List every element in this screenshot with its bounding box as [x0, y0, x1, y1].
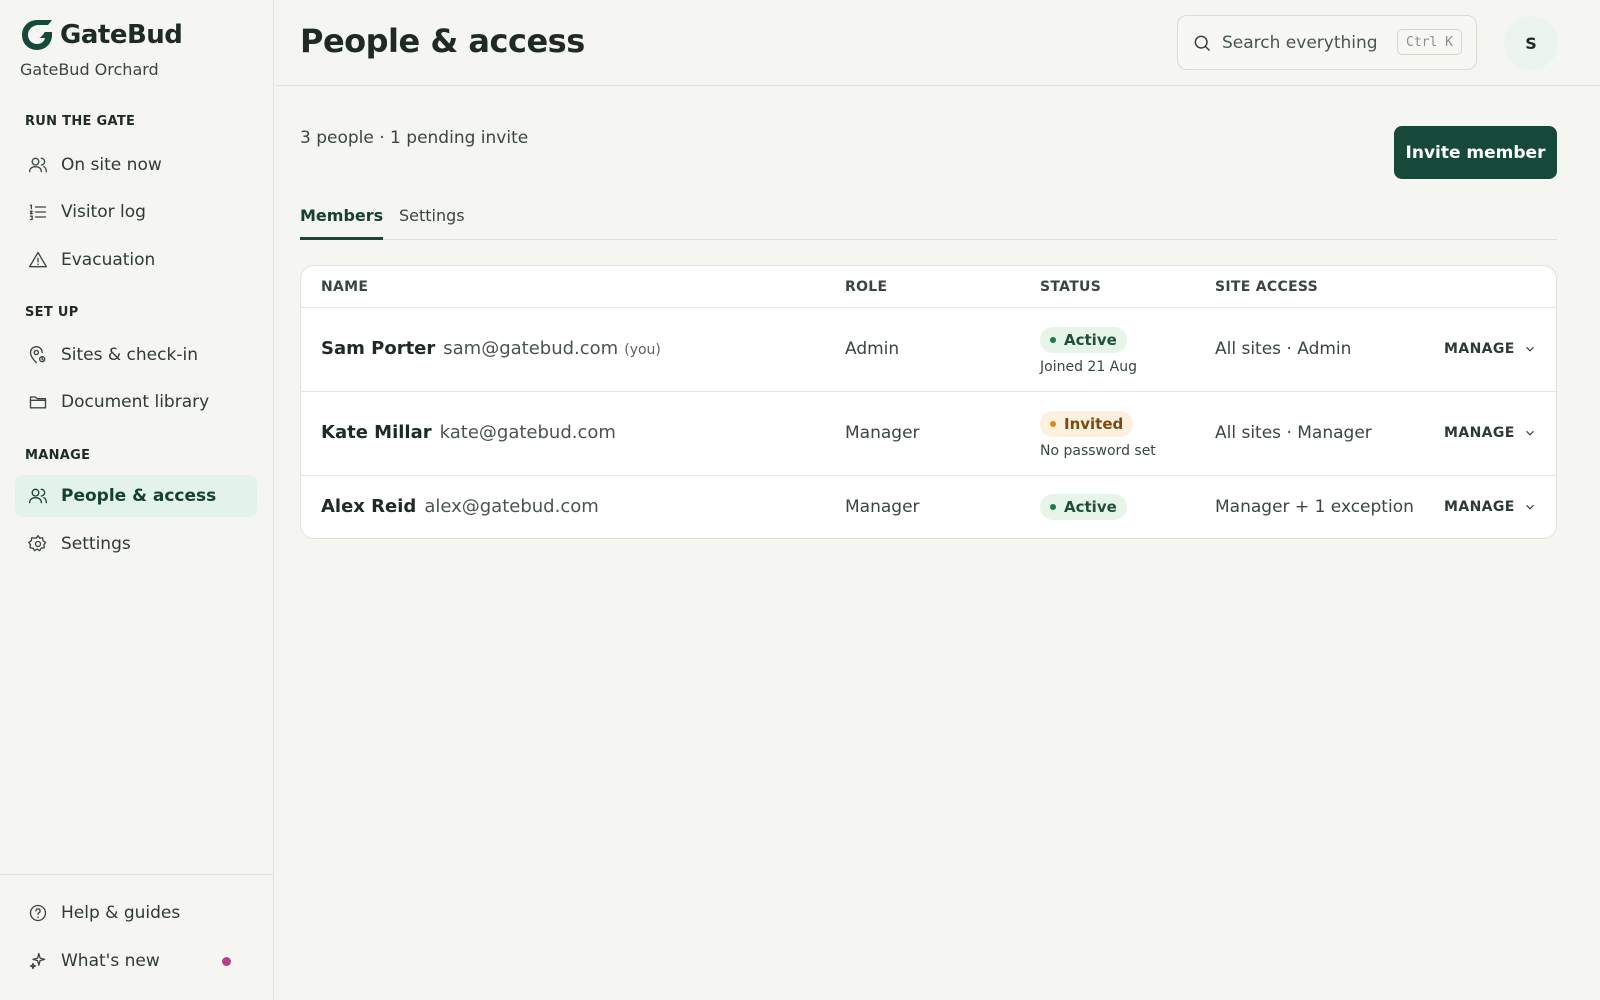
member-identity: Alex Reid alex@gatebud.com — [321, 496, 599, 517]
column-header-site-access: SITE ACCESS — [1215, 279, 1319, 295]
section-label-set-up: SET UP — [25, 305, 79, 320]
status-badge: Active — [1040, 327, 1127, 353]
member-summary: 3 people · 1 pending invite — [300, 128, 529, 148]
status-dot — [1050, 421, 1056, 427]
invite-member-button[interactable]: Invite member — [1394, 126, 1557, 179]
sidebar-item-label: What's new — [61, 951, 160, 971]
status-badge: Invited — [1040, 411, 1134, 437]
sidebar-footer: Help & guides What's new — [0, 874, 274, 1000]
column-header-role: ROLE — [845, 279, 888, 295]
page-header: People & access Search everything Ctrl K… — [275, 0, 1600, 86]
sidebar-item-people-access[interactable]: People & access — [15, 475, 257, 517]
search-input[interactable]: Search everything Ctrl K — [1177, 15, 1477, 70]
member-name: Sam Porter — [321, 338, 436, 359]
sidebar-item-label: Sites & check-in — [61, 345, 198, 365]
member-email: alex@gatebud.com — [424, 496, 599, 517]
brand[interactable]: GateBud — [20, 18, 183, 52]
member-name: Kate Millar — [321, 422, 432, 443]
manage-dropdown[interactable]: MANAGE — [1444, 425, 1537, 441]
gear-icon — [28, 535, 47, 552]
sidebar-item-label: Settings — [61, 534, 131, 554]
table-row: Kate Millar kate@gatebud.com Manager Invi… — [301, 392, 1556, 476]
chevron-down-icon — [1525, 346, 1534, 352]
sidebar-item-visitor-log[interactable]: Visitor log — [15, 191, 257, 233]
member-identity: Kate Millar kate@gatebud.com — [321, 422, 616, 443]
member-name: Alex Reid — [321, 496, 417, 517]
tab-members[interactable]: Members — [300, 206, 384, 240]
section-label-manage: MANAGE — [25, 448, 91, 463]
manage-label: MANAGE — [1444, 341, 1515, 357]
member-email: kate@gatebud.com — [439, 422, 616, 443]
manage-label: MANAGE — [1444, 499, 1515, 515]
table-row: Alex Reid alex@gatebud.com Manager Active… — [301, 476, 1556, 538]
column-header-status: STATUS — [1040, 279, 1102, 295]
location-icon — [29, 346, 46, 364]
brand-name: GateBud — [60, 20, 183, 50]
sidebar-item-sites-check-in[interactable]: Sites & check-in — [15, 334, 257, 376]
member-identity: Sam Porter sam@gatebud.com (you) — [321, 338, 661, 359]
table-row: Sam Porter sam@gatebud.com (you) Admin Act… — [301, 308, 1556, 392]
member-status: Invited No password set — [1040, 411, 1156, 459]
member-email: sam@gatebud.com — [443, 338, 619, 359]
sidebar-item-document-library[interactable]: Document library — [15, 381, 257, 423]
status-badge: Active — [1040, 494, 1127, 520]
chevron-down-icon — [1525, 430, 1534, 436]
column-header-name: NAME — [321, 279, 369, 295]
sidebar: GateBud GateBud Orchard RUN THE GATE On … — [0, 0, 274, 1000]
new-indicator-dot — [222, 956, 231, 966]
member-site-access: All sites · Admin — [1215, 339, 1352, 359]
status-detail: No password set — [1040, 443, 1156, 459]
member-status: Active Joined 21 Aug — [1040, 327, 1137, 375]
user-avatar[interactable]: S — [1504, 16, 1558, 70]
chevron-down-icon — [1525, 504, 1534, 510]
org-name[interactable]: GateBud Orchard — [20, 60, 159, 79]
manage-dropdown[interactable]: MANAGE — [1444, 499, 1537, 515]
sidebar-item-label: Help & guides — [61, 903, 181, 923]
warning-icon — [29, 251, 47, 268]
sidebar-item-evacuation[interactable]: Evacuation — [15, 239, 257, 281]
people-icon — [29, 488, 47, 504]
sidebar-item-label: On site now — [61, 155, 162, 175]
section-label-run-the-gate: RUN THE GATE — [25, 114, 136, 129]
members-table: NAME ROLE STATUS SITE ACCESS Sam Porter s… — [300, 265, 1557, 539]
manage-label: MANAGE — [1444, 425, 1515, 441]
sidebar-item-label: People & access — [61, 486, 217, 506]
current-user-tag: (you) — [624, 342, 661, 358]
member-site-access: All sites · Manager — [1215, 423, 1372, 443]
status-label: Active — [1064, 498, 1117, 516]
member-role: Admin — [845, 339, 900, 359]
tab-bar: Members Settings — [300, 200, 1557, 240]
search-shortcut-hint: Ctrl K — [1397, 29, 1462, 55]
sidebar-item-help-guides[interactable]: Help & guides — [15, 892, 257, 934]
users-icon — [29, 157, 47, 173]
status-label: Active — [1064, 331, 1117, 349]
status-detail: Joined 21 Aug — [1040, 359, 1138, 375]
sidebar-item-on-site-now[interactable]: On site now — [15, 144, 257, 186]
page-title: People & access — [300, 22, 585, 60]
manage-dropdown[interactable]: MANAGE — [1444, 341, 1537, 357]
folder-icon — [29, 396, 47, 409]
member-role: Manager — [845, 497, 920, 517]
search-placeholder: Search everything — [1222, 32, 1378, 53]
status-dot — [1050, 337, 1056, 343]
sidebar-item-label: Document library — [61, 392, 210, 412]
tab-settings[interactable]: Settings — [399, 206, 465, 240]
sparkle-icon — [29, 952, 46, 970]
sidebar-item-settings[interactable]: Settings — [15, 523, 257, 565]
sidebar-item-whats-new[interactable]: What's new — [15, 940, 257, 982]
member-status: Active — [1040, 494, 1127, 520]
status-dot — [1050, 504, 1056, 510]
sidebar-item-label: Evacuation — [61, 250, 156, 270]
search-icon — [1194, 35, 1211, 51]
sidebar-item-label: Visitor log — [61, 202, 146, 222]
member-site-access: Manager + 1 exception — [1215, 497, 1414, 517]
help-icon — [29, 904, 47, 922]
gatebud-logo-icon — [22, 20, 52, 50]
table-header: NAME ROLE STATUS SITE ACCESS — [301, 266, 1556, 308]
member-role: Manager — [845, 423, 920, 443]
list-icon — [29, 204, 47, 221]
status-label: Invited — [1064, 415, 1124, 433]
